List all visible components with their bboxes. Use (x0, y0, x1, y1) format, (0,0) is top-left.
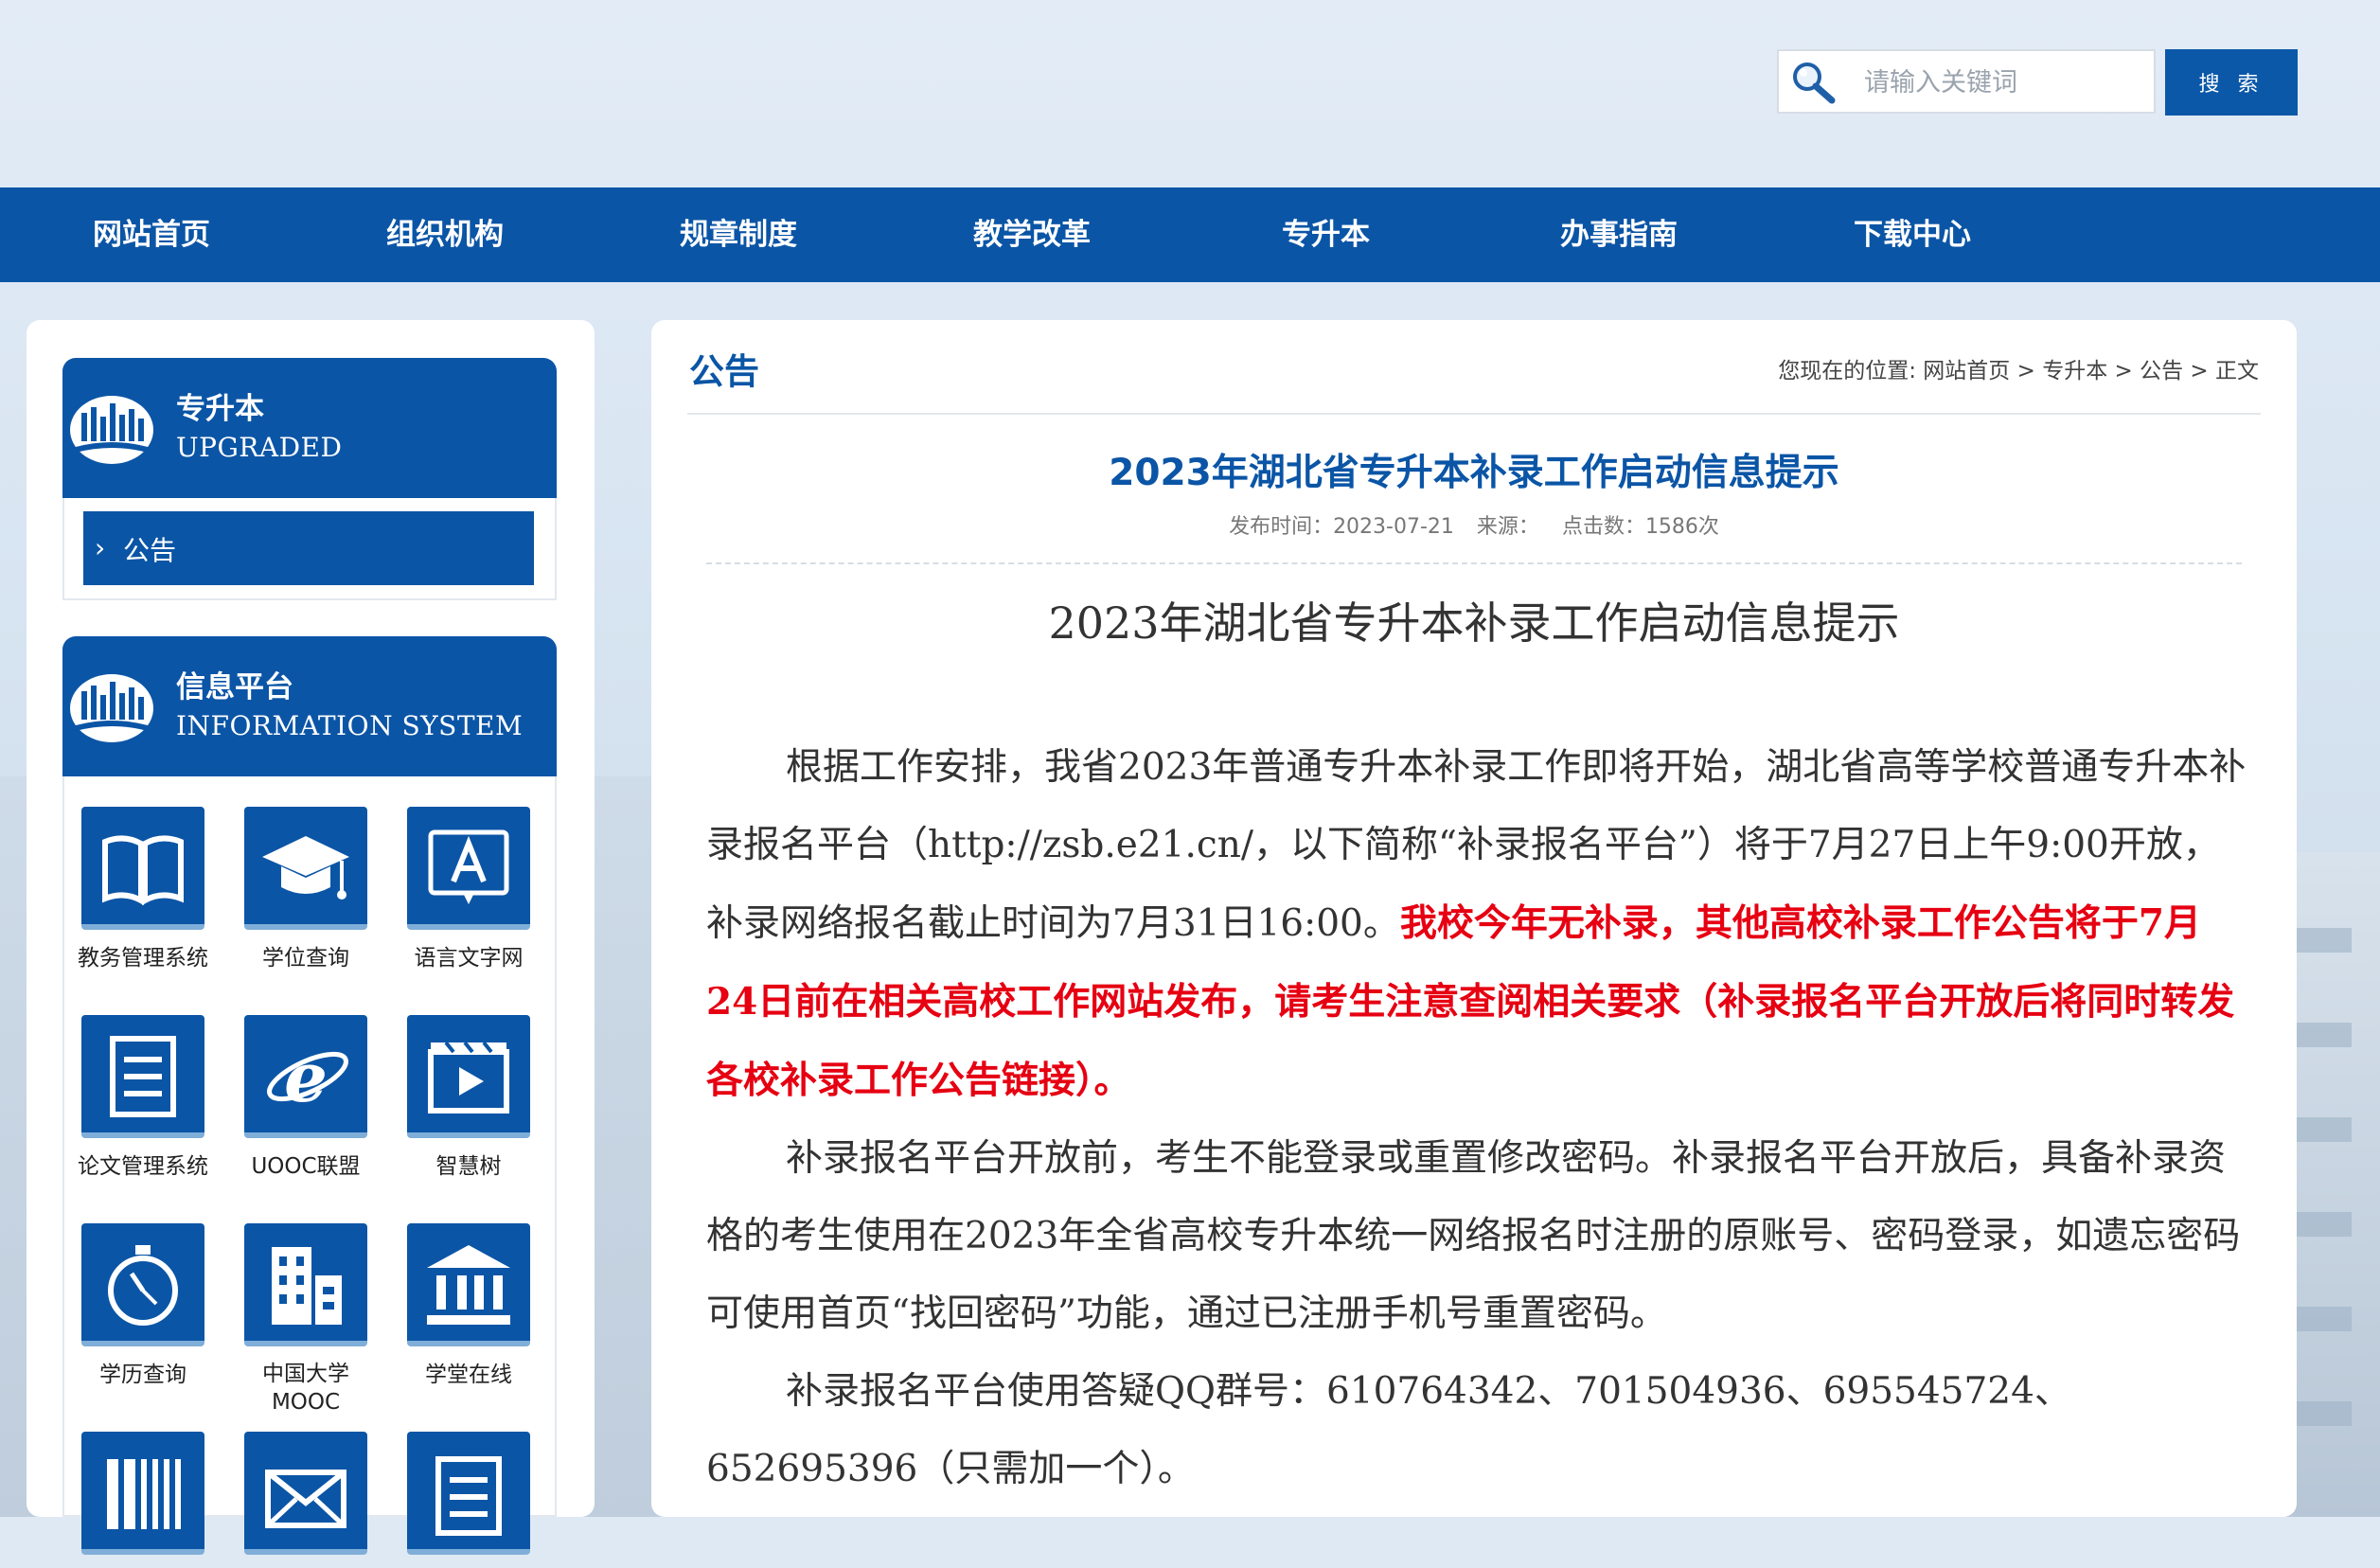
tile-academic-affairs[interactable]: 教务管理系统 (62, 807, 223, 973)
search-button[interactable]: 搜 索 (2165, 49, 2298, 116)
tile-library[interactable] (62, 1432, 223, 1568)
upgraded-panel-header: 专升本 UPGRADED (62, 358, 557, 498)
paragraph-3: 补录报名平台使用答疑QQ群号：610764342、701504936、69554… (706, 1370, 2071, 1490)
tile-china-mooc[interactable]: 中国大学 MOOC (225, 1223, 386, 1417)
info-platform-panel-subtitle: INFORMATION SYSTEM (176, 710, 524, 741)
university-logo-icon (70, 396, 153, 464)
search-box (1777, 49, 2156, 114)
publish-date: 发布时间：2023-07-21 (1229, 515, 1454, 539)
tile-document[interactable] (388, 1432, 549, 1568)
breadcrumb: 您现在的位置: 网站首页 > 专升本 > 公告 > 正文 (1778, 359, 2259, 383)
article-meta: 发布时间：2023-07-21 来源： 点击数：1586次 (651, 509, 2297, 540)
tile-mail[interactable] (225, 1432, 386, 1568)
tile-zhihuishu[interactable]: 智慧树 (388, 1015, 549, 1182)
tile-degree-query[interactable]: 学位查询 (225, 807, 386, 973)
sidebar-item-label: 公告 (123, 535, 177, 566)
tile-label: 语言文字网 (414, 946, 524, 971)
paragraph-1: 根据工作安排，我省2023年普通专升本补录工作即将开始，湖北省高等学校普通专升本… (706, 729, 2249, 1120)
tile-label: 学位查询 (262, 946, 349, 971)
tile-label: UOOC联盟 (251, 1154, 361, 1179)
tile-education-query[interactable]: 学历查询 (62, 1223, 223, 1390)
tile-language-web[interactable]: 语言文字网 (388, 807, 549, 973)
divider (687, 413, 2261, 415)
upgraded-panel-subtitle: UPGRADED (176, 432, 343, 463)
tile-label: 智慧树 (435, 1154, 502, 1179)
tile-label: 教务管理系统 (78, 946, 208, 971)
building-icon (272, 1247, 342, 1325)
institution-icon (427, 1245, 510, 1325)
category-title: 公告 (689, 351, 759, 392)
main-content: 公告 您现在的位置: 网站首页 > 专升本 > 公告 > 正文 2023年湖北省… (651, 320, 2297, 1517)
nav-item-home[interactable]: 网站首页 (93, 187, 210, 282)
main-nav: 网站首页 组织机构 规章制度 教学改革 专升本 办事指南 下载中心 (0, 187, 2380, 282)
upgraded-panel: 专升本 UPGRADED › 公告 (62, 358, 557, 600)
list-document-icon (435, 1456, 502, 1536)
sidebar: 专升本 UPGRADED › 公告 信息平台 INFORMATION SYSTE (27, 320, 595, 1555)
dashed-divider (706, 562, 2242, 564)
chevron-right-icon: › (95, 532, 106, 563)
search-icon (1793, 62, 1836, 104)
info-platform-panel-title: 信息平台 (176, 670, 293, 704)
tile-label: 学堂在线 (425, 1363, 512, 1387)
book-icon (102, 835, 184, 906)
nav-item-guide[interactable]: 办事指南 (1560, 187, 1678, 282)
nav-item-downloads[interactable]: 下载中心 (1854, 187, 1971, 282)
tile-label: 中国大学 MOOC (262, 1362, 349, 1415)
letter-a-icon (428, 829, 509, 904)
paragraph-2: 补录报名平台开放前，考生不能登录或重置修改密码。补录报名平台开放后，具备补录资格… (706, 1137, 2241, 1335)
nav-item-organization[interactable]: 组织机构 (386, 187, 504, 282)
university-logo-icon (70, 674, 153, 742)
search-input[interactable] (1862, 59, 2150, 106)
ie-browser-icon: e (267, 1037, 348, 1117)
nav-item-regulations[interactable]: 规章制度 (680, 187, 797, 282)
stopwatch-icon (108, 1245, 178, 1326)
click-count: 点击数：1586次 (1561, 515, 1719, 539)
article-title: 2023年湖北省专升本补录工作启动信息提示 (1109, 452, 1839, 494)
info-platform-panel-header: 信息平台 INFORMATION SYSTEM (62, 636, 557, 776)
tile-xuetang-online[interactable]: 学堂在线 (388, 1223, 549, 1390)
article-subtitle: 2023年湖北省专升本补录工作启动信息提示 (1048, 597, 1900, 649)
article-body: 根据工作安排，我省2023年普通专升本补录工作即将开始，湖北省高等学校普通专升本… (706, 729, 2249, 1508)
tile-label: 学历查询 (99, 1363, 186, 1387)
sidebar-item-announcement[interactable]: › 公告 (83, 511, 534, 585)
document-lines-icon (110, 1036, 176, 1117)
article-source: 来源： (1476, 515, 1539, 539)
tile-label: 论文管理系统 (78, 1154, 208, 1179)
nav-item-upgraded[interactable]: 专升本 (1282, 187, 1370, 282)
nav-item-teaching-reform[interactable]: 教学改革 (973, 187, 1091, 282)
tile-thesis-system[interactable]: 论文管理系统 (62, 1015, 223, 1182)
site-header: 搜 索 (0, 0, 2380, 187)
info-platform-panel: 信息平台 INFORMATION SYSTEM 教务管理系统 学位查询 语言文字… (62, 636, 557, 1555)
graduation-cap-icon (262, 836, 349, 900)
video-play-icon (428, 1041, 509, 1114)
envelope-icon (265, 1470, 346, 1528)
tile-uooc[interactable]: e UOOC联盟 (225, 1015, 386, 1182)
bookshelf-icon (107, 1459, 181, 1529)
svg-text:e: e (284, 1037, 328, 1117)
upgraded-panel-title: 专升本 (176, 392, 264, 426)
